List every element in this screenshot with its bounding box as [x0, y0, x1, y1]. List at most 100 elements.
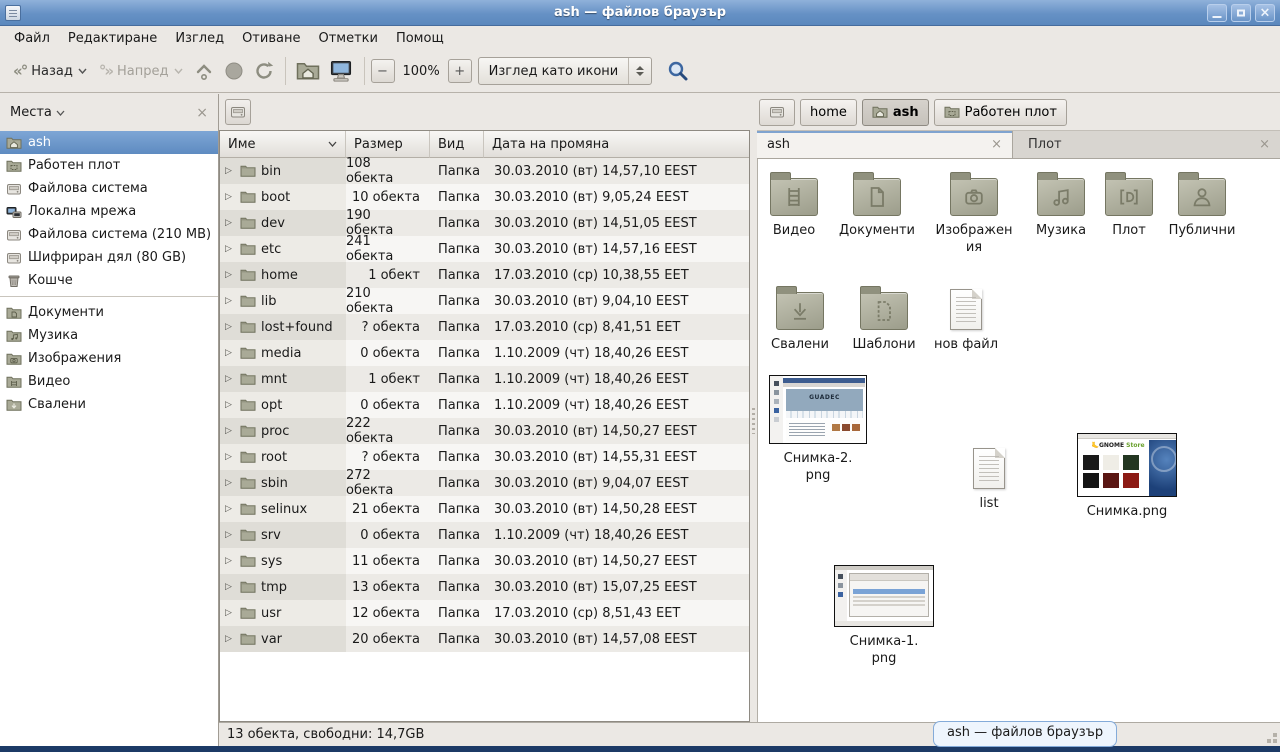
close-button[interactable]: × — [1255, 4, 1275, 22]
icon-item[interactable]: list — [958, 442, 1020, 512]
view-mode-select[interactable]: Изглед като икони — [478, 57, 653, 85]
chevron-down-icon[interactable] — [56, 105, 65, 120]
expander-icon[interactable]: ▷ — [225, 556, 235, 566]
icon-item[interactable]: Публични — [1160, 169, 1244, 239]
breadcrumb-root-button[interactable] — [759, 99, 795, 126]
reload-button[interactable] — [249, 56, 279, 86]
back-history-dropdown-icon[interactable] — [78, 68, 87, 74]
menu-item[interactable]: Редактиране — [59, 28, 166, 49]
menu-item[interactable]: Отиване — [233, 28, 309, 49]
sidebar-item[interactable]: Музика — [0, 324, 218, 347]
table-row[interactable]: ▷ home 1 обект Папка 17.03.2010 (ср) 10,… — [220, 262, 749, 288]
expander-icon[interactable]: ▷ — [225, 634, 235, 644]
sidebar-item[interactable]: Файлова система — [0, 177, 218, 200]
expander-icon[interactable]: ▷ — [225, 400, 235, 410]
sidebar-item[interactable]: Работен плот — [0, 154, 218, 177]
table-row[interactable]: ▷ usr 12 обекта Папка 17.03.2010 (ср) 8,… — [220, 600, 749, 626]
icon-item[interactable]: нов файл — [926, 283, 1006, 353]
table-row[interactable]: ▷ selinux 21 обекта Папка 30.03.2010 (вт… — [220, 496, 749, 522]
table-row[interactable]: ▷ etc 241 обекта Папка 30.03.2010 (вт) 1… — [220, 236, 749, 262]
icon-item[interactable]: 🦶GNOME Store Снимка.png — [1076, 433, 1178, 520]
taskbar-window-label[interactable]: ash — файлов браузър — [933, 721, 1117, 747]
menu-item[interactable]: Помощ — [387, 28, 453, 49]
column-header-size[interactable]: Размер — [346, 131, 430, 158]
sidebar-item[interactable]: Шифриран дял (80 GB) — [0, 246, 218, 269]
expander-icon[interactable]: ▷ — [225, 270, 235, 280]
breadcrumb-button[interactable]: Работен плот — [934, 99, 1067, 126]
sidebar-item[interactable]: Видео — [0, 370, 218, 393]
maximize-button[interactable] — [1231, 4, 1251, 22]
expander-icon[interactable]: ▷ — [225, 322, 235, 332]
table-row[interactable]: ▷ lib 210 обекта Папка 30.03.2010 (вт) 9… — [220, 288, 749, 314]
minimize-button[interactable] — [1207, 4, 1227, 22]
icon-view[interactable]: ВидеоДокументиИзображенияМузикаПлотПубли… — [757, 159, 1280, 722]
tab-close-icon[interactable]: × — [1259, 137, 1270, 152]
table-row[interactable]: ▷ bin 108 обекта Папка 30.03.2010 (вт) 1… — [220, 158, 749, 184]
expander-icon[interactable]: ▷ — [225, 192, 235, 202]
sidebar-item[interactable]: Файлова система (210 MB) — [0, 223, 218, 246]
expander-icon[interactable]: ▷ — [225, 530, 235, 540]
expander-icon[interactable]: ▷ — [225, 166, 235, 176]
forward-button[interactable]: °» Напред — [93, 57, 189, 85]
icon-item[interactable]: Видео — [758, 169, 830, 239]
pane-splitter[interactable] — [750, 94, 757, 722]
expander-icon[interactable]: ▷ — [225, 504, 235, 514]
computer-button[interactable] — [324, 54, 358, 88]
stop-button[interactable] — [219, 56, 249, 86]
icon-item[interactable]: Шаблони — [843, 283, 925, 353]
sidebar-item[interactable]: Изображения — [0, 347, 218, 370]
expander-icon[interactable]: ▷ — [225, 478, 235, 488]
table-row[interactable]: ▷ proc 222 обекта Папка 30.03.2010 (вт) … — [220, 418, 749, 444]
expander-icon[interactable]: ▷ — [225, 218, 235, 228]
table-row[interactable]: ▷ sbin 272 обекта Папка 30.03.2010 (вт) … — [220, 470, 749, 496]
expander-icon[interactable]: ▷ — [225, 244, 235, 254]
tab-ash[interactable]: ash × — [757, 131, 1013, 158]
expander-icon[interactable]: ▷ — [225, 348, 235, 358]
titlebar[interactable]: ash — файлов браузър × — [0, 0, 1280, 26]
menu-item[interactable]: Файл — [5, 28, 59, 49]
icon-item[interactable]: Снимка-1.png — [833, 565, 935, 667]
table-row[interactable]: ▷ tmp 13 обекта Папка 30.03.2010 (вт) 15… — [220, 574, 749, 600]
table-row[interactable]: ▷ media 0 обекта Папка 1.10.2009 (чт) 18… — [220, 340, 749, 366]
table-row[interactable]: ▷ dev 190 обекта Папка 30.03.2010 (вт) 1… — [220, 210, 749, 236]
sidebar-item[interactable]: ash — [0, 131, 218, 154]
zoom-in-button[interactable]: + — [448, 59, 472, 83]
tab-close-icon[interactable]: × — [991, 137, 1002, 152]
icon-item[interactable]: GUADEC Снимка-2.png — [769, 375, 867, 484]
table-row[interactable]: ▷ lost+found ? обекта Папка 17.03.2010 (… — [220, 314, 749, 340]
column-header-date[interactable]: Дата на промяна — [484, 131, 749, 158]
back-button[interactable]: «° Назад — [7, 57, 93, 85]
table-row[interactable]: ▷ srv 0 обекта Папка 1.10.2009 (чт) 18,4… — [220, 522, 749, 548]
icon-item[interactable]: Музика — [1022, 169, 1100, 239]
table-row[interactable]: ▷ boot 10 обекта Папка 30.03.2010 (вт) 9… — [220, 184, 749, 210]
home-button[interactable] — [292, 55, 324, 87]
icon-item[interactable]: Плот — [1098, 169, 1160, 239]
sidebar-mode-select[interactable]: Места — [10, 105, 52, 120]
table-row[interactable]: ▷ var 20 обекта Папка 30.03.2010 (вт) 14… — [220, 626, 749, 652]
up-button[interactable] — [189, 56, 219, 86]
resize-grip[interactable] — [1273, 739, 1277, 743]
expander-icon[interactable]: ▷ — [225, 608, 235, 618]
column-header-name[interactable]: Име — [220, 131, 346, 158]
expander-icon[interactable]: ▷ — [225, 452, 235, 462]
menu-item[interactable]: Отметки — [309, 28, 386, 49]
tab-plot[interactable]: Плот × — [1018, 131, 1280, 158]
table-row[interactable]: ▷ root ? обекта Папка 30.03.2010 (вт) 14… — [220, 444, 749, 470]
expander-icon[interactable]: ▷ — [225, 426, 235, 436]
table-row[interactable]: ▷ opt 0 обекта Папка 1.10.2009 (чт) 18,4… — [220, 392, 749, 418]
zoom-out-button[interactable]: − — [371, 59, 395, 83]
sidebar-item[interactable]: Свалени — [0, 393, 218, 416]
icon-item[interactable]: Свалени — [761, 283, 839, 353]
column-header-type[interactable]: Вид — [430, 131, 484, 158]
table-row[interactable]: ▷ mnt 1 обект Папка 1.10.2009 (чт) 18,40… — [220, 366, 749, 392]
search-button[interactable] — [662, 55, 694, 87]
sidebar-item[interactable]: Документи — [0, 301, 218, 324]
sidebar-item[interactable]: Локална мрежа — [0, 200, 218, 223]
breadcrumb-button[interactable]: home — [800, 99, 857, 126]
expander-icon[interactable]: ▷ — [225, 296, 235, 306]
breadcrumb-button[interactable]: ash — [862, 99, 929, 126]
icon-item[interactable]: Документи — [834, 169, 920, 239]
expander-icon[interactable]: ▷ — [225, 582, 235, 592]
icon-item[interactable]: Изображения — [926, 169, 1022, 256]
sidebar-close-icon[interactable]: × — [196, 105, 208, 121]
